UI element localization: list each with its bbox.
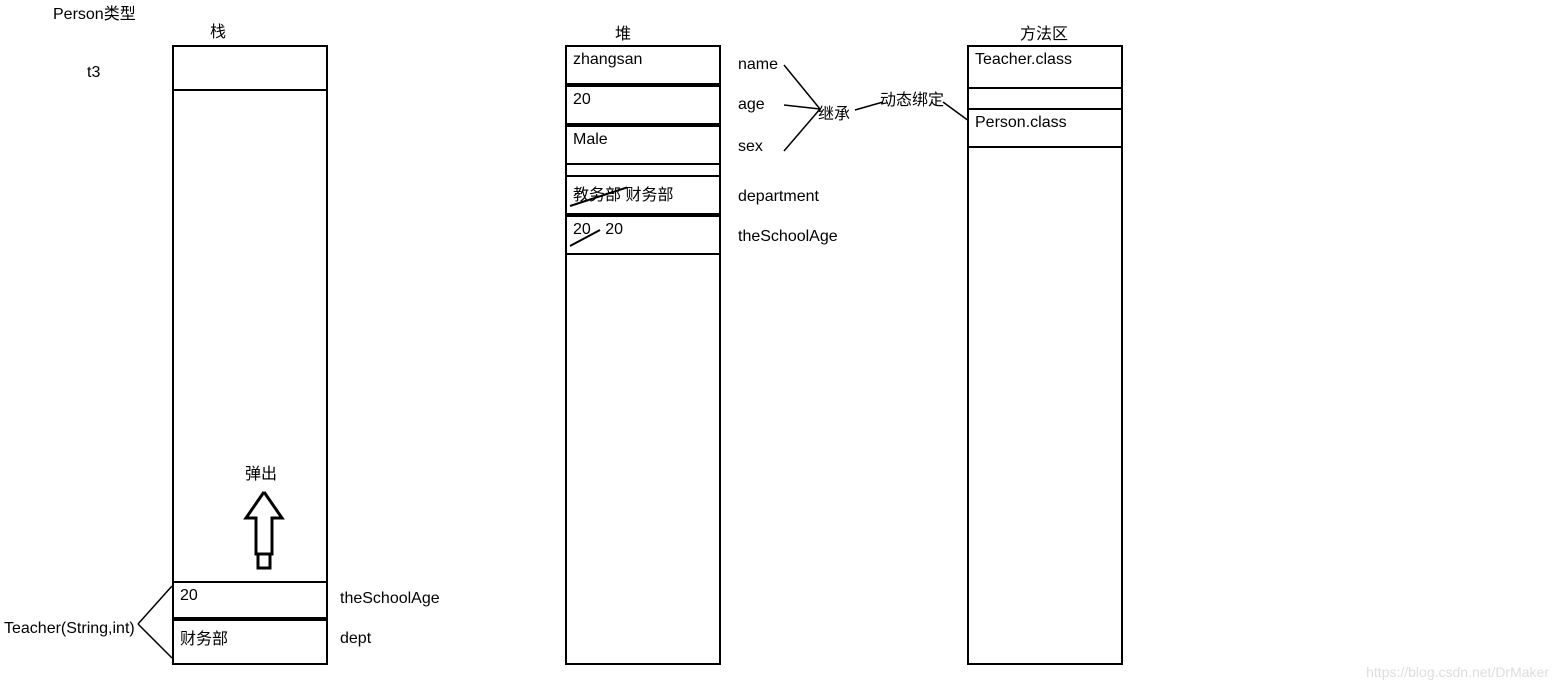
dynamic-binding-label: 动态绑定 xyxy=(880,86,944,110)
stack-top-divider xyxy=(172,89,328,91)
inherit-label: 继承 xyxy=(818,100,850,124)
person-type-label: Person类型 xyxy=(53,0,136,24)
stack-dept-value: 财务部 xyxy=(180,631,228,648)
heap-cell-sex: Male xyxy=(565,125,721,165)
method-area-title: 方法区 xyxy=(1020,20,1068,44)
heap-department-label: department xyxy=(738,188,819,206)
teacher-ctor-label: Teacher(String,int) xyxy=(4,620,135,638)
heap-name-label: name xyxy=(738,56,778,74)
heap-schoolage-new: 20 xyxy=(605,221,623,238)
teacher-class-label: Teacher.class xyxy=(975,51,1072,68)
heap-cell-department: 教务部 财务部 xyxy=(565,175,721,215)
stack-cell-dept: 财务部 xyxy=(172,619,328,665)
heap-name-value: zhangsan xyxy=(573,51,642,68)
stack-column xyxy=(172,45,328,665)
heap-schoolage-label: theSchoolAge xyxy=(738,228,838,246)
stack-cell-schoolage: 20 xyxy=(172,581,328,619)
heap-sex-label: sex xyxy=(738,138,763,156)
t3-label: t3 xyxy=(87,64,100,82)
stack-dept-label: dept xyxy=(340,630,371,648)
stack-schoolage-label: theSchoolAge xyxy=(340,590,440,608)
heap-cell-name: zhangsan xyxy=(565,45,721,85)
heap-department-new: 财务部 xyxy=(625,187,673,204)
watermark: https://blog.csdn.net/DrMaker xyxy=(1366,664,1549,680)
heap-age-value: 20 xyxy=(573,91,591,108)
heap-cell-age: 20 xyxy=(565,85,721,125)
popup-label: 弹出 xyxy=(245,460,277,484)
heap-sex-value: Male xyxy=(573,131,608,148)
person-class-label: Person.class xyxy=(975,114,1067,131)
method-cell-person: Person.class xyxy=(967,108,1123,148)
heap-age-label: age xyxy=(738,96,765,114)
stack-title: 栈 xyxy=(210,18,226,42)
method-cell-teacher: Teacher.class xyxy=(967,45,1123,89)
heap-title: 堆 xyxy=(615,20,631,44)
stack-schoolage-value: 20 xyxy=(180,587,198,604)
